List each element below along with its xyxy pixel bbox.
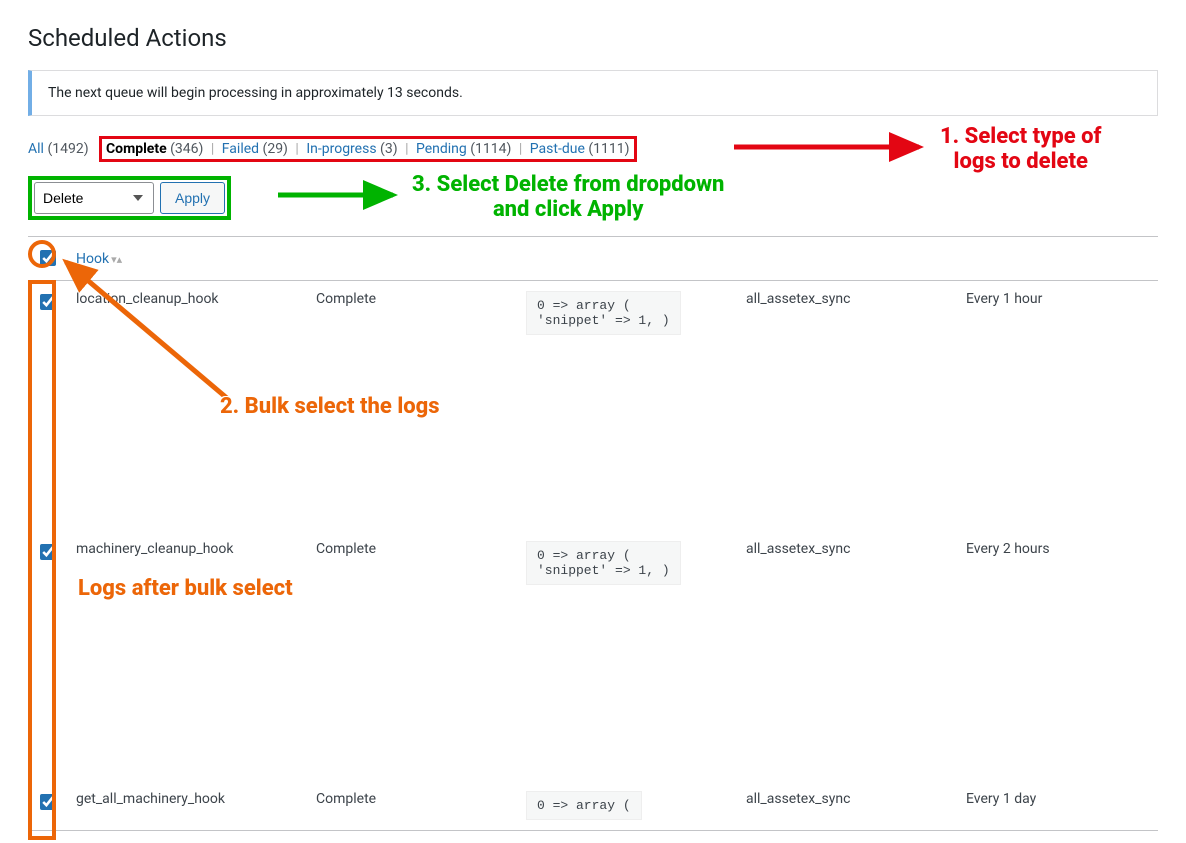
filter-pastdue[interactable]: Past-due xyxy=(530,141,585,157)
annotation-step1: 1. Select type of logs to delete xyxy=(940,124,1101,174)
row-hook: get_all_machinery_hook xyxy=(68,781,308,831)
filter-inprogress-count: (3) xyxy=(380,141,398,157)
row-status: Complete xyxy=(308,531,518,781)
select-all-checkbox[interactable] xyxy=(40,250,56,266)
row-group: all_assetex_sync xyxy=(738,531,958,781)
filter-inprogress[interactable]: In-progress xyxy=(306,141,376,157)
row-group: all_assetex_sync xyxy=(738,281,958,531)
row-checkbox[interactable] xyxy=(40,544,56,560)
filter-failed[interactable]: Failed xyxy=(222,141,259,157)
row-args: 0 => array ('snippet' => 1, ) xyxy=(526,291,681,335)
bulk-actions: Delete Apply 3. Select Delete from dropd… xyxy=(28,176,1158,220)
row-checkbox[interactable] xyxy=(40,294,56,310)
table-row: machinery_cleanup_hook Complete 0 => arr… xyxy=(28,531,1158,781)
filter-all[interactable]: All xyxy=(28,141,44,157)
row-hook: location_cleanup_hook xyxy=(68,281,308,531)
column-group xyxy=(738,237,958,281)
status-filters: All (1492) Complete (346) | Failed (29) … xyxy=(28,136,1158,162)
column-hook[interactable]: Hook▾▴ xyxy=(76,251,122,267)
actions-table: Hook▾▴ location_cleanup_hook Complete 0 … xyxy=(28,236,1158,831)
row-status: Complete xyxy=(308,781,518,831)
filter-failed-count: (29) xyxy=(263,141,288,157)
row-args: 0 => array ('snippet' => 1, ) xyxy=(526,541,681,585)
column-status xyxy=(308,237,518,281)
filter-complete-count: (346) xyxy=(170,141,203,157)
row-hook: machinery_cleanup_hook xyxy=(68,531,308,781)
row-group: all_assetex_sync xyxy=(738,781,958,831)
row-recurrence: Every 2 hours xyxy=(958,531,1158,781)
annotation-step3: 3. Select Delete from dropdown and click… xyxy=(412,172,724,222)
filter-complete[interactable]: Complete xyxy=(106,141,167,157)
bulk-action-select[interactable]: Delete xyxy=(34,182,154,214)
table-row: get_all_machinery_hook Complete 0 => arr… xyxy=(28,781,1158,831)
page-title: Scheduled Actions xyxy=(28,24,1158,52)
table-row: location_cleanup_hook Complete 0 => arra… xyxy=(28,281,1158,531)
column-recurrence xyxy=(958,237,1158,281)
row-args: 0 => array ( xyxy=(526,791,642,820)
sort-icon: ▾▴ xyxy=(111,253,122,266)
apply-button[interactable]: Apply xyxy=(160,182,225,214)
filter-all-count: (1492) xyxy=(47,141,88,157)
queue-notice: The next queue will begin processing in … xyxy=(28,70,1158,116)
row-recurrence: Every 1 day xyxy=(958,781,1158,831)
column-args xyxy=(518,237,738,281)
bulk-highlight-box: Delete Apply xyxy=(28,176,231,220)
filter-highlight-box: Complete (346) | Failed (29) | In-progre… xyxy=(99,136,637,162)
row-status: Complete xyxy=(308,281,518,531)
row-recurrence: Every 1 hour xyxy=(958,281,1158,531)
filter-pending[interactable]: Pending xyxy=(416,141,467,157)
filter-pending-count: (1114) xyxy=(470,141,511,157)
filter-pastdue-count: (1111) xyxy=(588,141,629,157)
row-checkbox[interactable] xyxy=(40,794,56,810)
